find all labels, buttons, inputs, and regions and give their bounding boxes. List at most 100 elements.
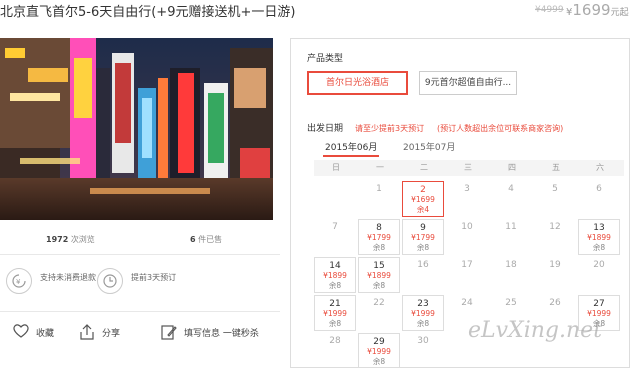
departure-date-label: 出发日期 — [307, 124, 344, 134]
day-number: 3 — [464, 184, 470, 194]
clock-icon — [97, 268, 123, 294]
day-number: 22 — [373, 298, 385, 308]
edit-icon — [161, 325, 177, 340]
calendar-day: 6 — [578, 181, 620, 217]
capacity-hint: (预订人数超出余位可联系商家咨询) — [437, 124, 564, 133]
day-remaining: 余8 — [592, 243, 606, 252]
product-type-option-1[interactable]: 首尔日光浴酒店 — [307, 71, 408, 95]
day-number: 13 — [593, 223, 605, 233]
quick-buy-label: 填写信息 一键秒杀 — [184, 329, 259, 339]
heart-icon — [13, 324, 29, 338]
day-number: 30 — [417, 336, 429, 346]
day-remaining: 余8 — [372, 243, 386, 252]
calendar-day: 4 — [490, 181, 532, 217]
calendar-day: 7 — [314, 219, 356, 255]
watermark: eLvXing.net — [468, 318, 603, 343]
day-number: 4 — [508, 184, 514, 194]
calendar-day: 5 — [534, 181, 576, 217]
weekday-wed: 三 — [464, 163, 472, 172]
day-number: 19 — [549, 260, 561, 270]
day-number: 6 — [596, 184, 602, 194]
day-number: 29 — [373, 337, 385, 347]
quick-buy-button[interactable]: 填写信息 一键秒杀 — [160, 323, 270, 343]
calendar-day[interactable]: 15 ¥1899 余8 — [358, 257, 400, 293]
month-tab-july[interactable]: 2015年07月 — [403, 140, 455, 153]
calendar-day: 3 — [446, 181, 488, 217]
day-price: ¥1999 — [411, 309, 435, 318]
calendar-day: 28 — [314, 333, 356, 368]
refund-text: 支持未消费退款 — [40, 273, 96, 282]
day-price: ¥1799 — [367, 233, 391, 242]
favorite-button[interactable]: 收藏 — [12, 323, 72, 343]
weekday-sat: 六 — [596, 163, 604, 172]
active-month-indicator — [323, 155, 379, 157]
day-number: 16 — [417, 260, 429, 270]
day-number: 15 — [373, 261, 385, 271]
day-number: 14 — [329, 261, 341, 271]
share-button[interactable]: 分享 — [78, 323, 138, 343]
product-type-label: 产品类型 — [307, 54, 344, 64]
month-tab-june[interactable]: 2015年06月 — [325, 140, 377, 153]
view-count-label: 次浏览 — [70, 235, 95, 244]
day-number: 21 — [329, 299, 341, 309]
sold-count: 6 件已售 — [190, 234, 222, 245]
calendar-day: 1 — [358, 181, 400, 217]
day-number: 25 — [505, 298, 517, 308]
sold-count-label: 件已售 — [198, 235, 223, 244]
weekday-mon: 一 — [376, 163, 384, 172]
weekday-sun: 日 — [332, 163, 340, 172]
day-remaining: 余8 — [416, 243, 430, 252]
day-number: 9 — [420, 223, 426, 233]
calendar-day: 12 — [534, 219, 576, 255]
calendar-day[interactable]: 2 ¥1699 余4 — [402, 181, 444, 217]
refund-icon: ¥ — [6, 268, 32, 294]
day-price: ¥1899 — [367, 271, 391, 280]
calendar-day[interactable]: 29 ¥1999 余8 — [358, 333, 400, 368]
day-number: 2 — [420, 185, 426, 195]
day-number: 17 — [461, 260, 473, 270]
day-price: ¥1999 — [323, 309, 347, 318]
original-price: ¥4999 — [535, 5, 564, 15]
calendar-day: 19 — [534, 257, 576, 293]
view-count: 1972 次浏览 — [46, 234, 95, 245]
product-type-option-2[interactable]: 9元首尔超值自由行... — [419, 71, 517, 95]
sold-count-number: 6 — [190, 235, 196, 244]
calendar-day[interactable]: 14 ¥1899 余8 — [314, 257, 356, 293]
calendar-day: 20 — [578, 257, 620, 293]
day-price: ¥1799 — [411, 233, 435, 242]
weekday-fri: 五 — [552, 163, 560, 172]
share-label: 分享 — [102, 329, 121, 339]
day-remaining: 余4 — [416, 205, 430, 214]
day-price: ¥1999 — [367, 347, 391, 356]
day-remaining: 余8 — [416, 319, 430, 328]
day-price: ¥1899 — [587, 233, 611, 242]
calendar-day: 30 — [402, 333, 444, 368]
day-number: 7 — [332, 222, 338, 232]
calendar-day[interactable]: 21 ¥1999 余8 — [314, 295, 356, 331]
calendar-day[interactable]: 9 ¥1799 余8 — [402, 219, 444, 255]
day-number: 23 — [417, 299, 429, 309]
advance-booking-text: 提前3天预订 — [131, 273, 177, 282]
day-number: 20 — [593, 260, 605, 270]
day-number: 24 — [461, 298, 473, 308]
refund-feature: ¥ 支持未消费退款 — [6, 268, 106, 298]
calendar-day: 16 — [402, 257, 444, 293]
day-remaining: 余8 — [328, 319, 342, 328]
day-number: 1 — [376, 184, 382, 194]
calendar-day[interactable]: 13 ¥1899 余8 — [578, 219, 620, 255]
share-icon — [80, 324, 94, 340]
favorite-label: 收藏 — [36, 329, 55, 339]
advance-notice-hint: 请至少提前3天预订 — [355, 124, 425, 133]
day-price: ¥1699 — [411, 195, 435, 204]
svg-text:¥: ¥ — [16, 278, 21, 286]
day-price: ¥1899 — [323, 271, 347, 280]
price-value: 1699 — [572, 1, 611, 19]
day-number: 12 — [549, 222, 561, 232]
calendar-day[interactable]: 8 ¥1799 余8 — [358, 219, 400, 255]
calendar-day: 11 — [490, 219, 532, 255]
calendar-day: 10 — [446, 219, 488, 255]
day-number: 18 — [505, 260, 517, 270]
header-bar: 北京直飞首尔5-6天自由行(+9元赠接送机+一日游) ¥4999 ¥1699元起 — [0, 0, 640, 22]
seoul-street-photo[interactable] — [0, 38, 273, 220]
calendar-day[interactable]: 23 ¥1999 余8 — [402, 295, 444, 331]
